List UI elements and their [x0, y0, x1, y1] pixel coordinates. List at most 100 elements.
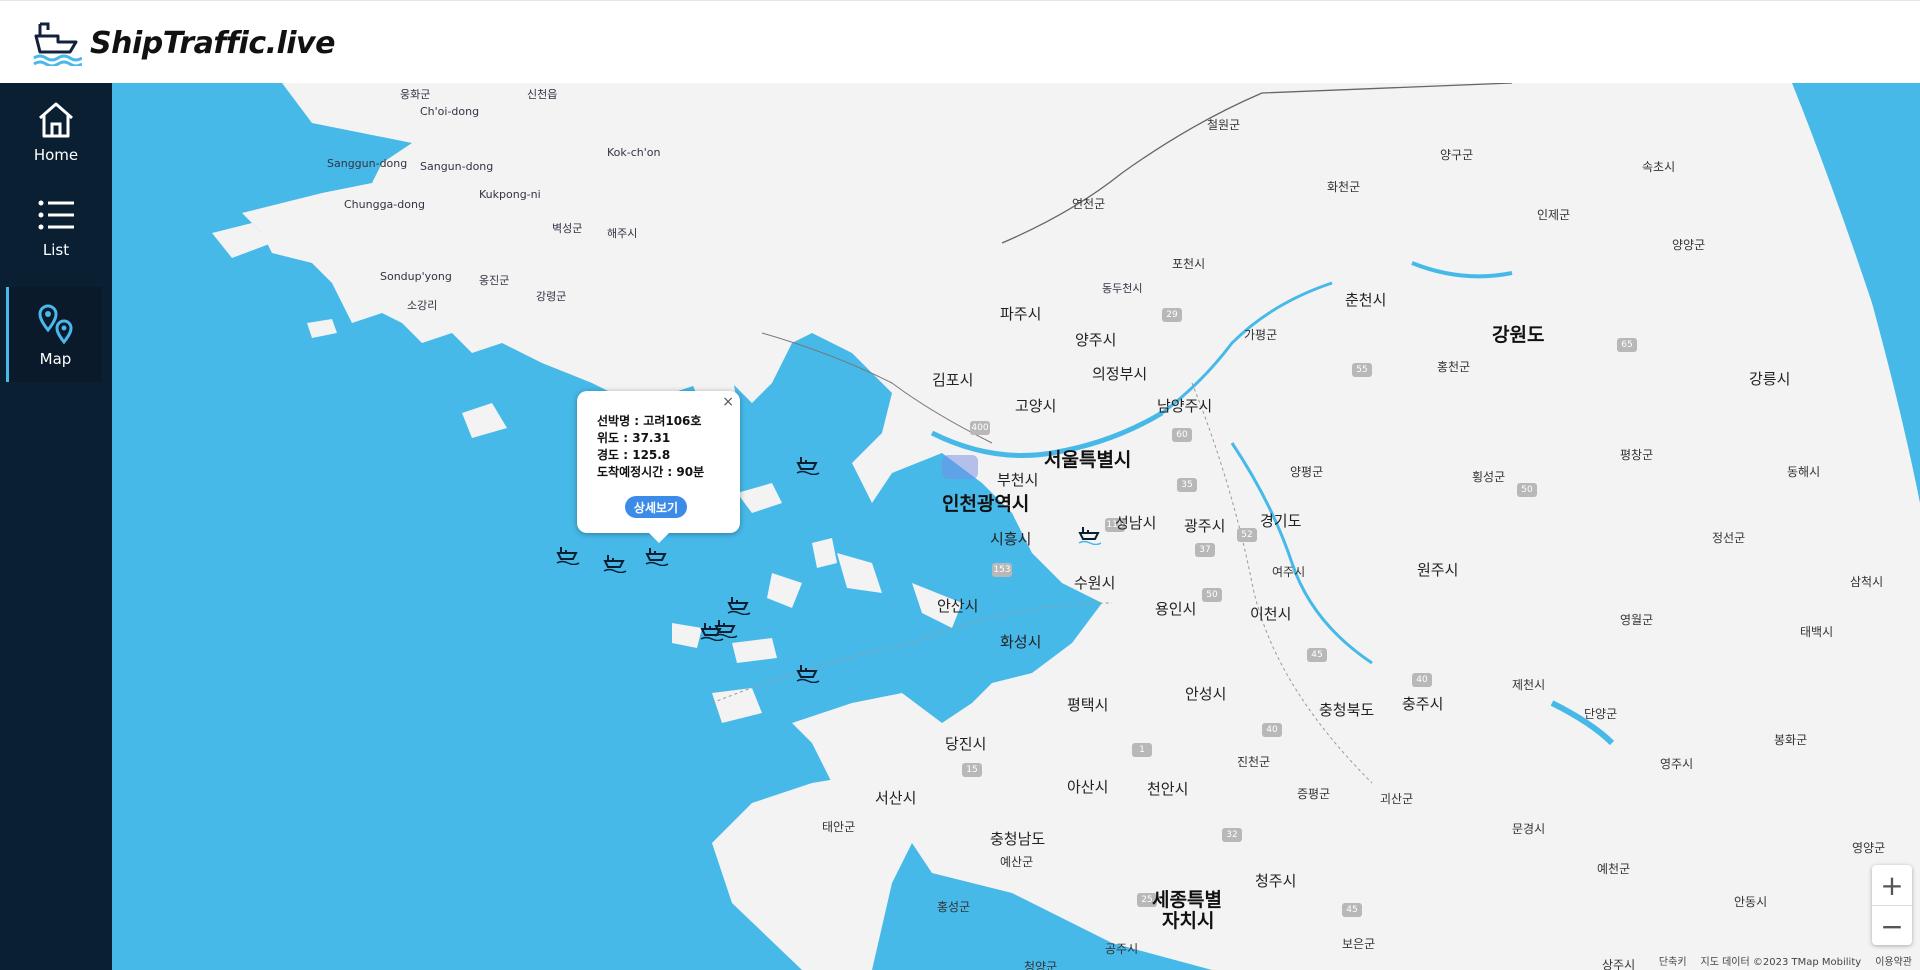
- map-label: 영월군: [1620, 613, 1654, 627]
- map-label: 아산시: [1067, 778, 1109, 796]
- shortcut-link[interactable]: 단축키: [1659, 953, 1687, 968]
- ship-marker-icon[interactable]: [1078, 525, 1102, 545]
- map-label: 예천군: [1597, 862, 1631, 876]
- details-button[interactable]: 상세보기: [625, 496, 687, 518]
- ship-info-body: 선박명 : 고려106호 위도 : 37.31 경도 : 125.8 도착예정시…: [597, 413, 704, 481]
- zoom-in-button[interactable]: +: [1872, 865, 1912, 906]
- map-label: 옹진군: [479, 274, 510, 287]
- home-icon: [39, 102, 73, 137]
- map-label: 평창군: [1620, 448, 1654, 462]
- map-label: 원주시: [1417, 561, 1459, 579]
- ship-info-popup: × 선박명 : 고려106호 위도 : 37.31 경도 : 125.8 도착예…: [577, 391, 740, 543]
- ship-marker-icon[interactable]: [796, 455, 820, 475]
- map-label: 안동시: [1734, 895, 1768, 909]
- map-label: 영주시: [1660, 757, 1694, 771]
- map-label: 충청남도: [990, 830, 1046, 848]
- road-shield: 45: [1307, 648, 1327, 662]
- road-shield: 32: [1222, 828, 1242, 842]
- map-label: Sangun-dong: [420, 160, 494, 173]
- map-label: Kukpong-ni: [479, 188, 541, 201]
- brand[interactable]: ShipTraffic.live: [32, 19, 335, 67]
- ship-marker-icon[interactable]: [727, 595, 751, 615]
- map-view[interactable]: 29 55 65 400 60 35 50 110 52 37 153 50 4…: [112, 83, 1920, 970]
- map-label: 안성시: [1185, 685, 1227, 703]
- sidebar-item-label: List: [42, 240, 70, 259]
- map-label: 태백시: [1800, 625, 1834, 639]
- ship-marker-icon[interactable]: [796, 663, 820, 683]
- map-label: 양평군: [1290, 465, 1324, 479]
- zoom-out-button[interactable]: −: [1872, 906, 1912, 946]
- close-icon[interactable]: ×: [722, 394, 734, 410]
- map-label: 제천시: [1512, 678, 1546, 692]
- map-label: Chungga-dong: [344, 198, 425, 211]
- zoom-controls: + −: [1872, 865, 1912, 945]
- map-label: 양양군: [1672, 238, 1706, 252]
- ship-marker-icon[interactable]: [556, 545, 580, 565]
- map-label: 웅화군: [400, 88, 431, 101]
- ship-eta: 도착예정시간 : 90분: [597, 465, 705, 479]
- sidebar-item-map[interactable]: Map: [6, 287, 102, 382]
- map-attribution: 단축키 지도 데이터 ©2023 TMap Mobility 이용약관: [1659, 953, 1912, 968]
- map-label: 경기도: [1260, 512, 1302, 530]
- map-label: 태안군: [822, 820, 856, 834]
- map-label: 파주시: [1000, 305, 1042, 323]
- map-label: 정선군: [1712, 531, 1746, 545]
- road-shield: 40: [1262, 723, 1282, 737]
- sidebar-item-home[interactable]: Home: [0, 83, 112, 178]
- road-shield: 400: [970, 421, 990, 435]
- road-shield: 29: [1162, 308, 1182, 322]
- sidebar-item-list[interactable]: List: [0, 178, 112, 273]
- ship-latitude: 위도 : 37.31: [597, 431, 671, 445]
- map-label: 화천군: [1327, 180, 1361, 194]
- map-label: 포천시: [1172, 257, 1206, 271]
- map-credit: 지도 데이터 ©2023 TMap Mobility: [1700, 957, 1862, 968]
- map-label: 소강리: [407, 299, 438, 312]
- map-label: 화성시: [1000, 633, 1042, 651]
- port-marker[interactable]: [942, 455, 978, 479]
- road-shield: 153: [992, 563, 1012, 577]
- map-label: 동두천시: [1102, 282, 1143, 295]
- map-label: 영양군: [1852, 841, 1886, 855]
- map-label: 가평군: [1244, 328, 1278, 342]
- map-label: 김포시: [932, 371, 974, 389]
- map-label: 삼척시: [1850, 575, 1884, 589]
- map-label: 청주시: [1255, 872, 1297, 890]
- road-shield: 60: [1172, 428, 1192, 442]
- terms-link[interactable]: 이용약관: [1875, 953, 1912, 968]
- road-shield: 52: [1237, 528, 1257, 542]
- map-label: Kok-ch'on: [607, 146, 661, 159]
- map-label: 부천시: [997, 471, 1039, 489]
- road-shield: 40: [1412, 673, 1432, 687]
- map-label: 광주시: [1184, 517, 1226, 535]
- road-shield: 45: [1342, 903, 1362, 917]
- map-label: 의정부시: [1092, 365, 1148, 383]
- ship-marker-icon[interactable]: [645, 546, 669, 566]
- ship-name: 선박명 : 고려106호: [597, 414, 702, 428]
- map-label: 문경시: [1512, 822, 1546, 836]
- map-label: 단양군: [1584, 707, 1618, 721]
- ship-longitude: 경도 : 125.8: [597, 448, 671, 462]
- map-label: 공주시: [1105, 942, 1139, 956]
- map-label: 당진시: [945, 735, 987, 753]
- map-label: 성남시: [1115, 514, 1157, 532]
- map-label: 증평군: [1297, 787, 1331, 801]
- ship-marker-icon[interactable]: [714, 618, 738, 638]
- road-shield: 35: [1177, 478, 1197, 492]
- map-label: Sanggun-dong: [327, 157, 408, 170]
- map-label: 여주시: [1272, 565, 1306, 579]
- map-label: 안산시: [937, 597, 979, 615]
- app-title: ShipTraffic.live: [90, 25, 335, 61]
- top-bar: ShipTraffic.live: [0, 0, 1920, 83]
- map-label: 남양주시: [1157, 397, 1213, 415]
- map-label: Ch'oi-dong: [420, 105, 480, 118]
- sidebar-item-label: Home: [33, 145, 79, 164]
- map-label: 강령군: [536, 290, 567, 303]
- road-shield: 37: [1195, 543, 1215, 557]
- road-shield: 50: [1517, 483, 1537, 497]
- sidebar: Home List Map: [0, 83, 112, 970]
- map-label: 상주시: [1602, 958, 1636, 970]
- ship-marker-icon[interactable]: [603, 553, 627, 573]
- map-label: 강원도: [1492, 324, 1545, 346]
- map-label: 춘천시: [1345, 291, 1387, 309]
- map-label: 자치시: [1162, 910, 1215, 932]
